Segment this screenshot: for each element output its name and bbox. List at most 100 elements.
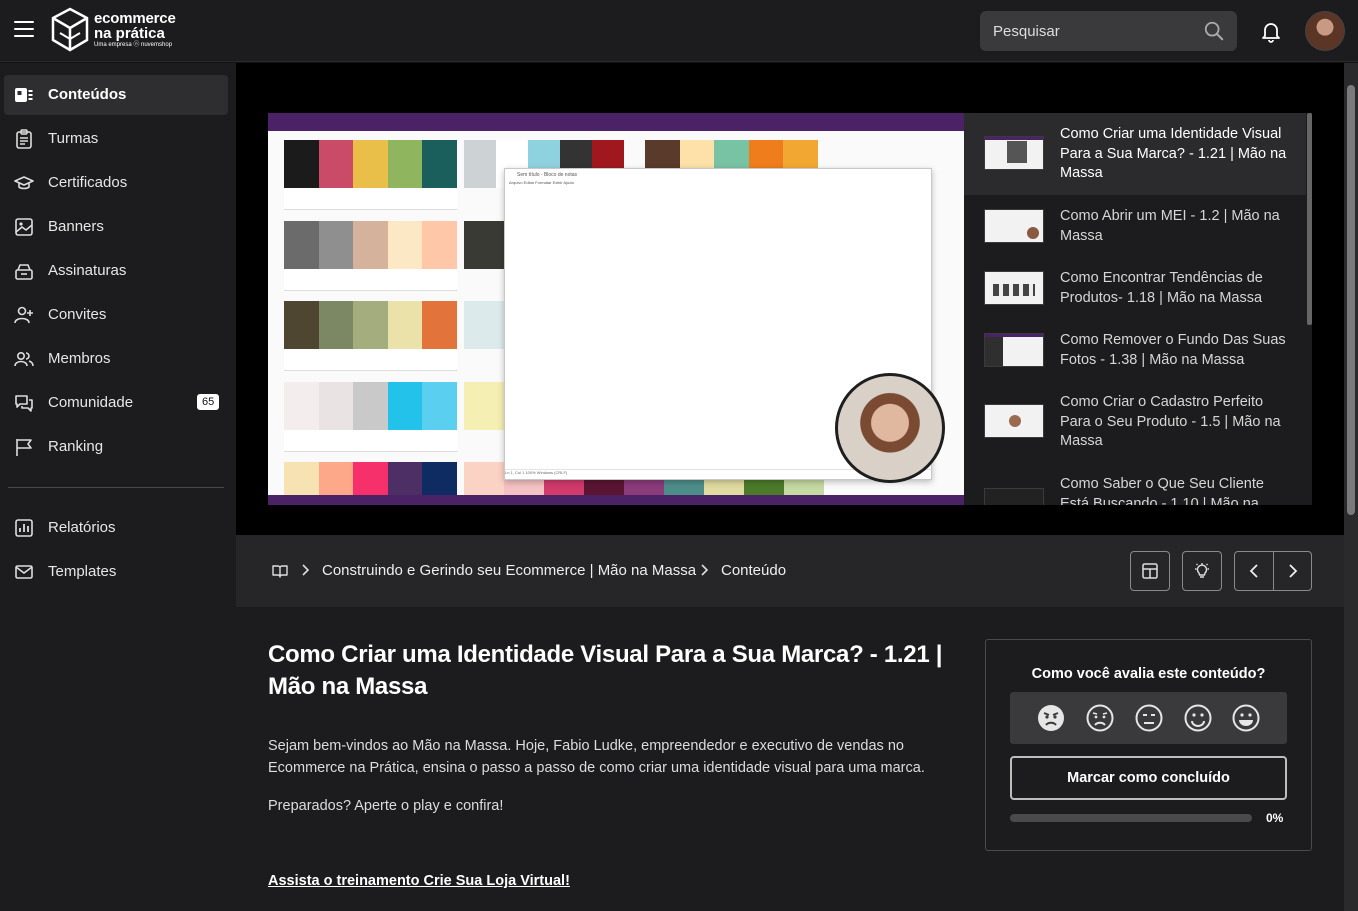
breadcrumb-bar: Construindo e Gerindo seu Ecommerce | Mã… — [236, 535, 1344, 607]
chevron-right-icon — [701, 564, 709, 576]
logo[interactable]: ecommerce na prática Uma empresa ⓝ nuvem… — [50, 7, 190, 55]
sidebar-item-label: Certificados — [48, 174, 128, 191]
playlist-item[interactable]: Como Criar o Cadastro Perfeito Para o Se… — [964, 381, 1306, 463]
playlist-item-title: Como Remover o Fundo Das Suas Fotos - 1.… — [1060, 332, 1286, 368]
search-input[interactable] — [980, 11, 1190, 51]
sidebar-item-label: Convites — [48, 306, 107, 323]
mark-complete-button[interactable]: Marcar como concluído — [1010, 756, 1287, 800]
palette-swatch — [284, 140, 457, 188]
sidebar-item-label: Relatórios — [48, 519, 116, 536]
sidebar-item-comunidade[interactable]: Comunidade 65 — [4, 383, 228, 423]
sidebar-item-label: Ranking — [48, 438, 104, 455]
palette-swatch — [464, 382, 504, 430]
playlist-item-title: Como Criar o Cadastro Perfeito Para o Se… — [1060, 394, 1281, 449]
playlist-item[interactable]: Como Saber o Que Seu Cliente Está Buscan… — [964, 463, 1306, 505]
rating-faces — [1010, 692, 1287, 744]
lightbulb-icon — [1195, 563, 1209, 578]
logo-mark-icon — [51, 7, 89, 52]
training-link[interactable]: Assista o treinamento Crie Sua Loja Virt… — [268, 873, 570, 889]
playlist-item-title: Como Encontrar Tendências de Produtos- 1… — [1060, 270, 1263, 306]
playlist-thumbnail — [984, 488, 1044, 505]
sidebar-item-ranking[interactable]: Ranking — [4, 427, 228, 467]
layout-toggle-button[interactable] — [1130, 551, 1170, 591]
comunidade-count-badge: 65 — [197, 394, 220, 410]
sad-face-icon[interactable] — [1085, 703, 1115, 733]
user-avatar[interactable] — [1305, 11, 1345, 51]
contents-icon — [15, 88, 33, 102]
next-button[interactable] — [1273, 551, 1312, 591]
playlist-item[interactable]: Como Encontrar Tendências de Produtos- 1… — [964, 257, 1306, 319]
sidebar-item-banners[interactable]: Banners — [4, 207, 228, 247]
sidebar-item-label: Assinaturas — [48, 262, 127, 279]
rating-card: Como você avalia este conteúdo? Marcar c… — [985, 639, 1312, 851]
palette-swatch — [284, 382, 457, 430]
smile-face-icon[interactable] — [1183, 703, 1213, 733]
breadcrumb-course[interactable]: Construindo e Gerindo seu Ecommerce | Mã… — [322, 562, 696, 579]
notepad-title: Sem título - Bloco de notas — [517, 172, 578, 178]
mail-icon — [15, 565, 33, 579]
rating-question: Como você avalia este conteúdo? — [1031, 666, 1266, 682]
progress-label: 0% — [1266, 811, 1284, 825]
chevron-right-icon — [1288, 564, 1297, 578]
users-icon — [14, 351, 34, 367]
playlist-item[interactable]: Como Abrir um MEI - 1.2 | Mão na Massa — [964, 195, 1306, 257]
sidebar-item-turmas[interactable]: Turmas — [4, 119, 228, 159]
search-icon[interactable] — [1203, 20, 1225, 42]
palette-footer — [284, 269, 457, 291]
sidebar-item-label: Conteúdos — [48, 86, 127, 103]
sidebar-item-convites[interactable]: Convites — [4, 295, 228, 335]
sidebar-item-label: Templates — [48, 563, 117, 580]
add-user-icon — [14, 306, 33, 324]
playlist-item[interactable]: Como Criar uma Identidade Visual Para a … — [964, 113, 1306, 195]
graduation-cap-icon — [14, 176, 34, 190]
sidebar-item-templates[interactable]: Templates — [4, 552, 228, 592]
subscription-icon — [15, 264, 33, 280]
sidebar-item-label: Comunidade — [48, 394, 134, 411]
content-description: Sejam bem-vindos ao Mão na Massa. Hoje, … — [268, 738, 925, 776]
sidebar-item-assinaturas[interactable]: Assinaturas — [4, 251, 228, 291]
palette-footer — [284, 188, 457, 210]
sidebar-item-membros[interactable]: Membros — [4, 339, 228, 379]
progress-bar — [1010, 814, 1252, 822]
palette-swatch — [464, 301, 504, 349]
search-box — [980, 11, 1237, 51]
playlist-scrollbar[interactable] — [1307, 113, 1312, 325]
top-bar: ecommerce na prática Uma empresa ⓝ nuvem… — [0, 0, 1358, 62]
playlist-item-title: Como Criar uma Identidade Visual Para a … — [1060, 126, 1287, 181]
playlist-thumbnail — [984, 333, 1044, 367]
sidebar-item-certificados[interactable]: Certificados — [4, 163, 228, 203]
palette-swatch — [464, 221, 504, 269]
palette-swatch — [284, 301, 457, 349]
sidebar-item-label: Turmas — [48, 130, 99, 147]
book-icon[interactable] — [272, 564, 288, 578]
sidebar-item-conteudos[interactable]: Conteúdos — [4, 75, 228, 115]
presenter-webcam — [835, 373, 945, 483]
logo-line-2: na prática — [94, 25, 165, 42]
sidebar-divider — [8, 487, 224, 488]
chevron-left-icon — [1249, 564, 1258, 578]
video-player[interactable]: Sem título - Bloco de notas Arquivo Edit… — [268, 113, 964, 505]
sidebar-item-label: Membros — [48, 350, 111, 367]
image-icon — [15, 218, 33, 236]
clipboard-icon — [16, 129, 32, 149]
menu-icon[interactable] — [14, 21, 34, 39]
palette-swatch — [284, 221, 457, 269]
playlist-item-title: Como Abrir um MEI - 1.2 | Mão na Massa — [1060, 208, 1280, 244]
happy-face-icon[interactable] — [1231, 703, 1261, 733]
playlist-item[interactable]: Como Remover o Fundo Das Suas Fotos - 1.… — [964, 319, 1306, 381]
neutral-face-icon[interactable] — [1134, 703, 1164, 733]
video-strip-bottom — [268, 495, 964, 505]
previous-button[interactable] — [1234, 551, 1274, 591]
notification-bell-icon[interactable] — [1259, 19, 1283, 43]
light-mode-button[interactable] — [1182, 551, 1222, 591]
sidebar: Conteúdos Turmas Certificados Banners As… — [0, 63, 236, 911]
page-scrollbar-thumb[interactable] — [1347, 85, 1355, 515]
bar-chart-icon — [15, 519, 33, 537]
flag-icon — [16, 439, 32, 456]
page-scrollbar[interactable] — [1344, 63, 1358, 911]
playlist-thumbnail — [984, 136, 1044, 170]
sidebar-item-relatorios[interactable]: Relatórios — [4, 508, 228, 548]
video-strip-top — [268, 113, 964, 131]
content-call-to-action: Preparados? Aperte o play e confira! — [268, 798, 504, 814]
angry-face-icon[interactable] — [1036, 703, 1066, 733]
